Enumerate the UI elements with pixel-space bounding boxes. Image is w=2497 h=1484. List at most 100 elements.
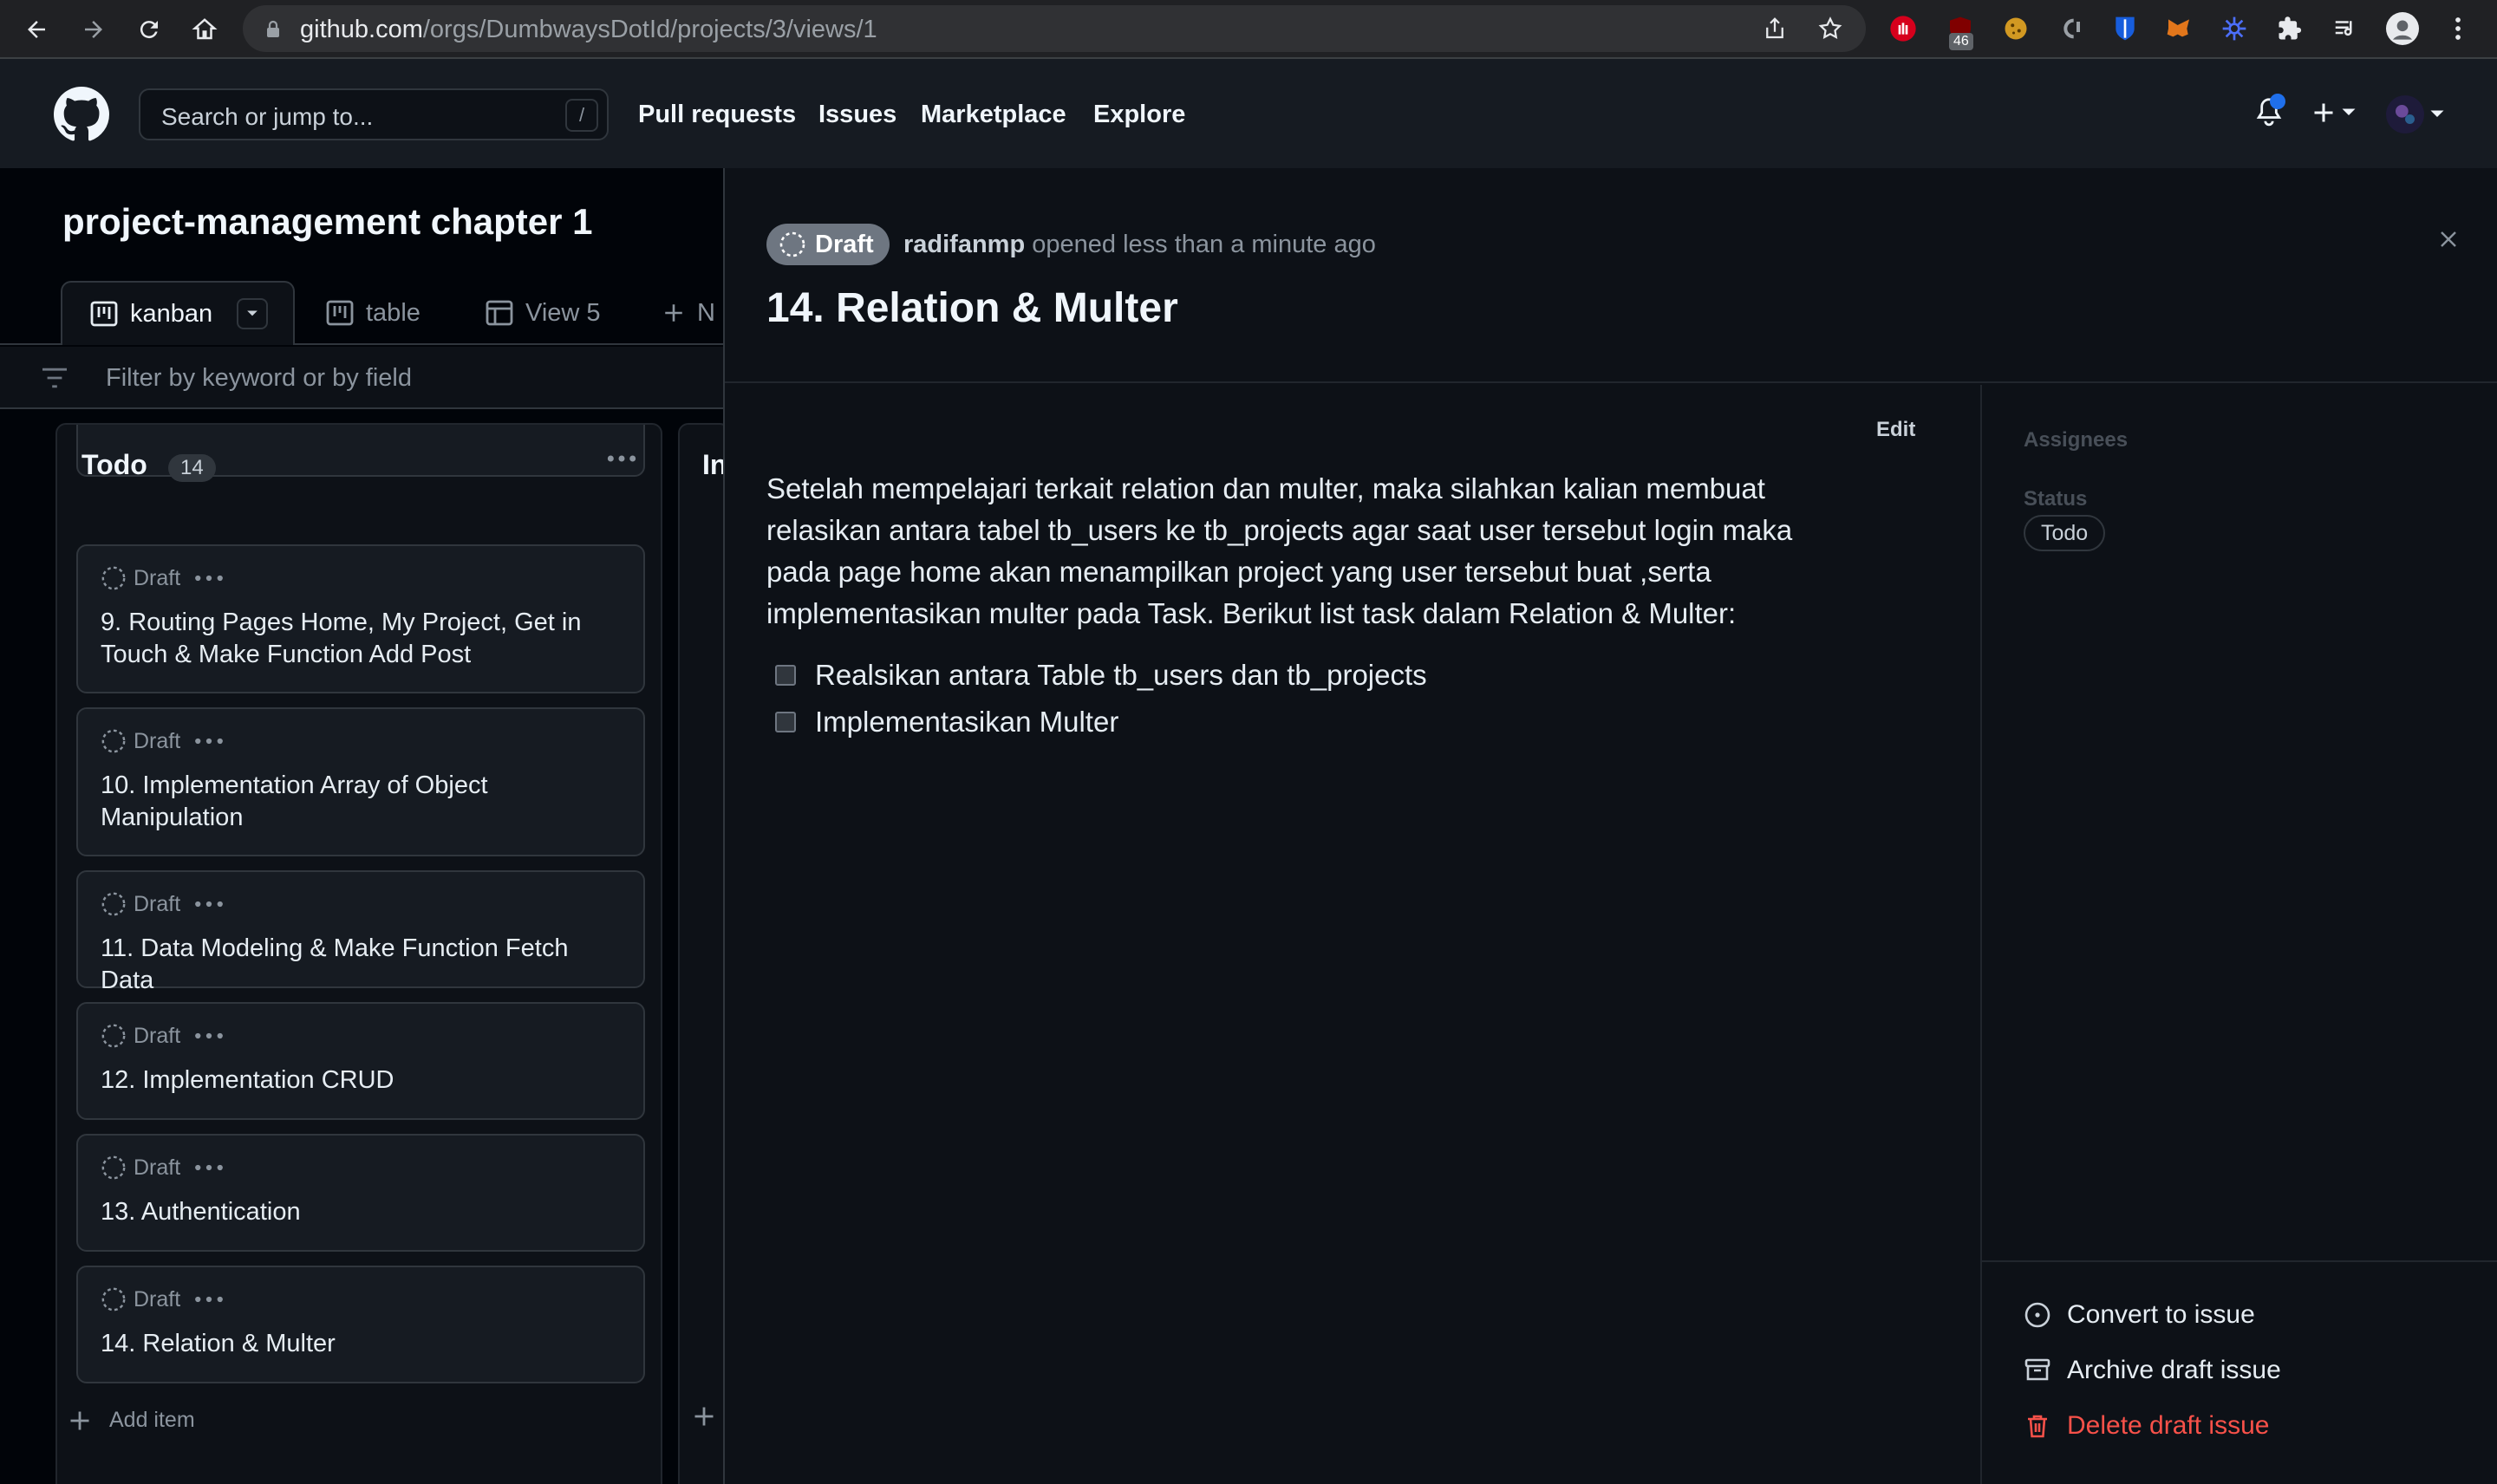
extension-badge: 46 [1949, 33, 1973, 50]
bitwarden-extension-icon[interactable] [2109, 12, 2142, 45]
view-tabs: kanban table View 5 N [0, 281, 723, 345]
board-icon [90, 300, 118, 328]
status-label[interactable]: Status [2024, 487, 2087, 511]
user-avatar-icon [2386, 95, 2424, 133]
card-more-icon [195, 575, 224, 582]
adblock-extension-icon[interactable] [1887, 12, 1920, 45]
column-todo: Todo 14 Draft 9. Routing Pages Home, My … [55, 423, 662, 1484]
plus-icon[interactable] [692, 1404, 716, 1429]
card-more-icon [195, 1296, 224, 1303]
user-menu-dropdown[interactable] [2386, 95, 2445, 133]
card-item[interactable]: Draft 11. Data Modeling & Make Function … [76, 870, 645, 994]
card-item[interactable]: Draft 13. Authentication [76, 1134, 645, 1252]
card-title[interactable]: 12. Implementation CRUD [101, 1064, 621, 1097]
add-item-button[interactable]: Add item [68, 1408, 195, 1433]
lock-icon [265, 20, 281, 39]
draft-circle-icon [101, 892, 126, 916]
reload-button[interactable] [132, 12, 166, 47]
issue-opened-icon [2024, 1302, 2050, 1328]
bookmark-star-icon[interactable] [1817, 16, 1843, 42]
card-title[interactable]: 9. Routing Pages Home, My Project, Get i… [101, 607, 621, 671]
card-status: Draft [134, 891, 181, 916]
cj-extension-icon[interactable] [2055, 12, 2088, 45]
nav-explore[interactable]: Explore [1093, 101, 1185, 129]
convert-to-issue-label: Convert to issue [2067, 1300, 2255, 1329]
status-value[interactable]: Todo [2024, 515, 2106, 551]
card-item[interactable]: Draft 10. Implementation Array of Object… [76, 707, 645, 856]
search-shortcut-key: / [565, 99, 598, 132]
tab-kanban[interactable]: kanban [61, 281, 295, 345]
card-status: Draft [134, 1286, 181, 1312]
issue-body: Edit Setelah mempelajari terkait relatio… [725, 385, 1980, 1484]
task-checkbox[interactable] [775, 665, 796, 686]
convert-to-issue-button[interactable]: Convert to issue [2024, 1300, 2255, 1330]
nav-marketplace[interactable]: Marketplace [921, 101, 1066, 129]
card-more-icon [195, 738, 224, 745]
profile-avatar-icon[interactable] [2386, 12, 2419, 45]
kanban-board: Todo 14 Draft 9. Routing Pages Home, My … [0, 409, 723, 1484]
draft-circle-icon [101, 566, 126, 590]
back-button[interactable] [19, 12, 54, 47]
add-item-label: Add item [109, 1408, 195, 1432]
address-bar[interactable]: github.com/orgs/DumbwaysDotId/projects/3… [243, 5, 1866, 52]
column-title: In [702, 449, 723, 480]
delete-draft-label: Delete draft issue [2067, 1411, 2270, 1440]
card-partial[interactable] [76, 425, 645, 477]
card-more-icon [195, 901, 224, 908]
tab-view-5[interactable]: View 5 [486, 281, 601, 345]
card-meta: Draft [101, 728, 224, 754]
column-in-progress: In [678, 423, 723, 1484]
nav-pull-requests[interactable]: Pull requests [638, 101, 796, 129]
close-icon[interactable] [2438, 229, 2459, 250]
archive-icon [2024, 1358, 2050, 1381]
filter-input[interactable]: Filter by keyword or by field [0, 347, 723, 409]
reading-list-icon[interactable] [2329, 12, 2362, 45]
task-label: Realsikan antara Table tb_users dan tb_p… [815, 659, 1427, 691]
forward-button[interactable] [76, 12, 111, 47]
card-item[interactable]: Draft 14. Relation & Multer [76, 1266, 645, 1383]
card-item[interactable]: Draft 9. Routing Pages Home, My Project,… [76, 544, 645, 693]
filter-placeholder: Filter by keyword or by field [106, 364, 412, 392]
card-title[interactable]: 11. Data Modeling & Make Function Fetch … [101, 933, 621, 997]
plus-icon [662, 302, 685, 324]
puzzle-extensions-icon[interactable] [2273, 12, 2306, 45]
author-link[interactable]: radifanmp [903, 231, 1025, 258]
tab-table[interactable]: table [326, 281, 421, 345]
archive-draft-label: Archive draft issue [2067, 1356, 2281, 1384]
edit-button[interactable]: Edit [1876, 418, 1915, 442]
card-status: Draft [134, 1023, 181, 1048]
nav-issues[interactable]: Issues [818, 101, 896, 129]
browser-toolbar: github.com/orgs/DumbwaysDotId/projects/3… [0, 0, 2497, 59]
table-icon [486, 299, 513, 327]
cookie-extension-icon[interactable] [1999, 12, 2032, 45]
card-title[interactable]: 14. Relation & Multer [101, 1328, 621, 1360]
tab-new-view[interactable]: N [662, 281, 715, 345]
metamask-extension-icon[interactable] [2162, 12, 2195, 45]
github-logo-icon[interactable] [54, 87, 109, 142]
delete-draft-button[interactable]: Delete draft issue [2024, 1411, 2269, 1441]
draft-circle-icon [101, 1155, 126, 1180]
github-header: Search or jump to... / Pull requests Iss… [0, 59, 2497, 168]
task-checkbox[interactable] [775, 712, 796, 732]
column-more-icon[interactable] [605, 446, 638, 472]
opened-text: opened less than a minute ago [1032, 231, 1376, 258]
share-icon[interactable] [1762, 16, 1788, 42]
column-title: Todo [81, 449, 147, 480]
kebab-menu-icon[interactable] [2442, 12, 2474, 45]
card-meta: Draft [101, 1286, 224, 1312]
assignees-label[interactable]: Assignees [2024, 428, 2128, 452]
task-item: Realsikan antara Table tb_users dan tb_p… [775, 659, 1427, 692]
card-item[interactable]: Draft 12. Implementation CRUD [76, 1002, 645, 1120]
search-input[interactable]: Search or jump to... / [139, 88, 609, 140]
archive-draft-button[interactable]: Archive draft issue [2024, 1356, 2281, 1385]
board-icon [326, 299, 354, 327]
card-title[interactable]: 13. Authentication [101, 1196, 621, 1228]
gear-flower-extension-icon[interactable] [2218, 12, 2251, 45]
create-new-dropdown[interactable] [2311, 101, 2357, 125]
view-options-caret[interactable] [237, 298, 269, 329]
issue-description: Setelah mempelajari terkait relation dan… [766, 472, 1793, 629]
home-button[interactable] [187, 12, 222, 47]
card-title[interactable]: 10. Implementation Array of Object Manip… [101, 770, 621, 834]
card-meta: Draft [101, 1155, 224, 1181]
card-more-icon [195, 1164, 224, 1171]
